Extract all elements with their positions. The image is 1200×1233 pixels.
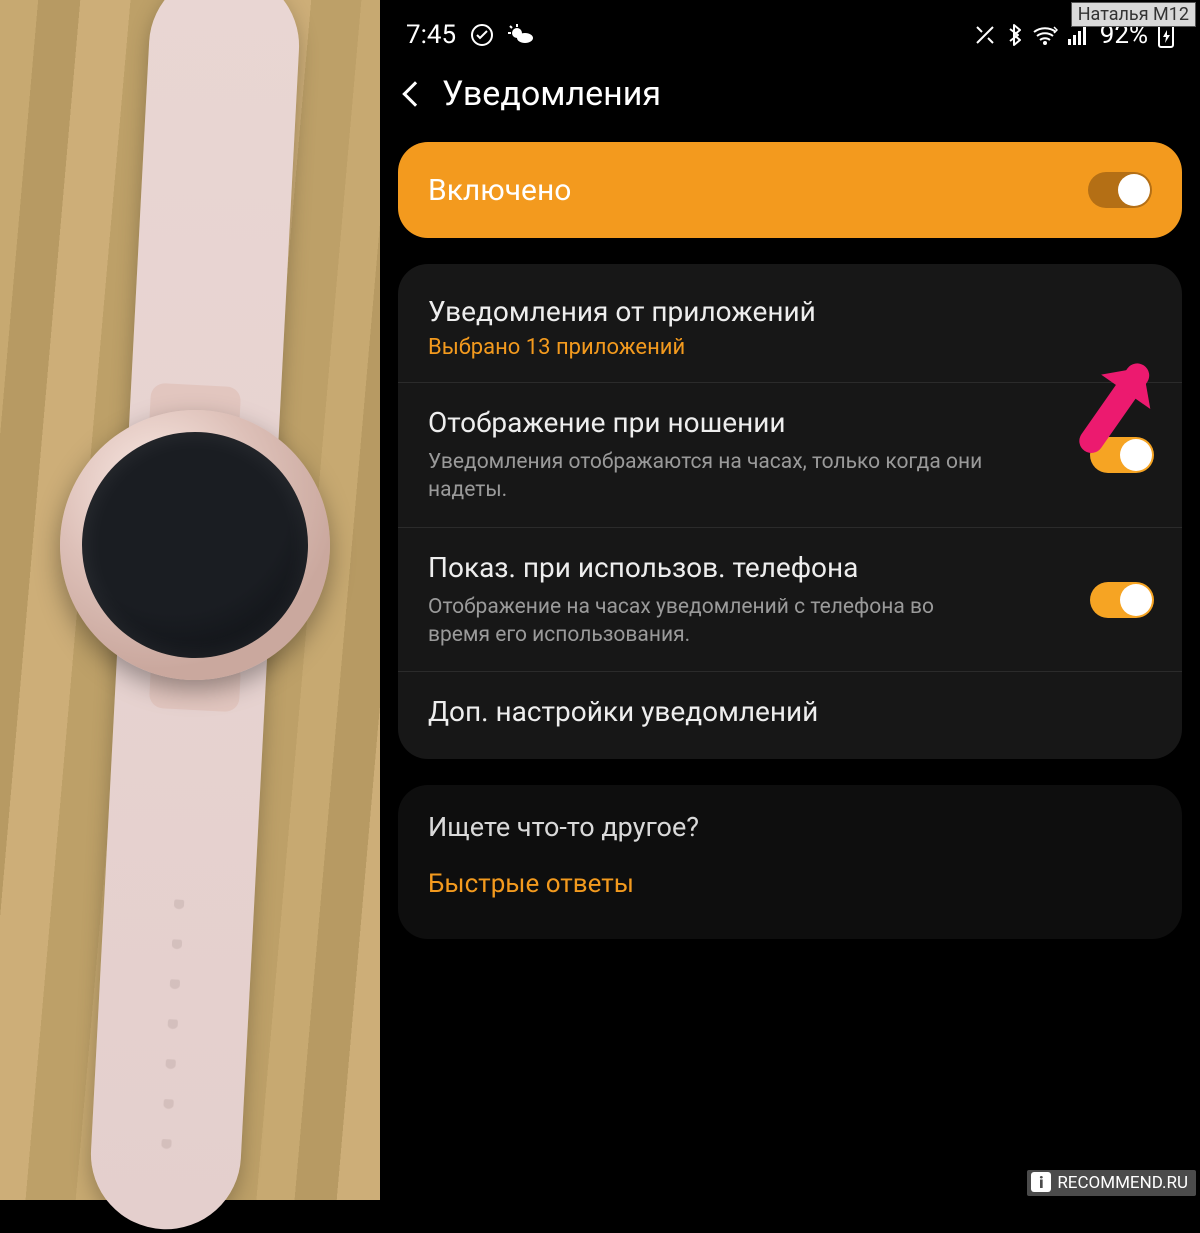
watermark-site-icon: i (1031, 1172, 1051, 1192)
signal-icon (1068, 25, 1090, 45)
product-photo (0, 0, 380, 1200)
back-icon[interactable] (402, 81, 427, 106)
watermark-site-text: RECOMMEND.RU (1057, 1173, 1188, 1193)
row-advanced-settings[interactable]: Доп. настройки уведомлений (398, 671, 1182, 751)
bluetooth-icon (1006, 23, 1022, 47)
master-toggle-label: Включено (428, 173, 571, 208)
settings-card: Уведомления от приложений Выбрано 13 при… (398, 264, 1182, 759)
footer-question: Ищете что-то другое? (428, 811, 1152, 843)
page-title: Уведомления (442, 74, 661, 114)
row-show-while-wearing[interactable]: Отображение при ношении Уведомления отоб… (398, 382, 1182, 527)
row-show-while-using-phone[interactable]: Показ. при использов. телефона Отображен… (398, 527, 1182, 672)
toggle-show-while-wearing[interactable] (1090, 437, 1154, 473)
footer-card: Ищете что-то другое? Быстрые ответы (398, 785, 1182, 939)
quick-replies-link[interactable]: Быстрые ответы (428, 869, 1152, 899)
nfc-icon (974, 24, 996, 46)
wifi-icon (1032, 25, 1058, 45)
toggle-show-while-using-phone[interactable] (1090, 582, 1154, 618)
master-toggle[interactable] (1088, 172, 1152, 208)
status-time: 7:45 (406, 20, 456, 50)
weather-icon (508, 24, 534, 46)
page-header: Уведомления (380, 60, 1200, 142)
watermark-site: i RECOMMEND.RU (1027, 1170, 1196, 1196)
check-circle-icon (470, 23, 494, 47)
watermark-user: Наталья М12 (1071, 2, 1196, 27)
master-toggle-card[interactable]: Включено (398, 142, 1182, 238)
phone-screenshot: 7:45 (380, 0, 1200, 1200)
row-app-notifications[interactable]: Уведомления от приложений Выбрано 13 при… (398, 272, 1182, 382)
